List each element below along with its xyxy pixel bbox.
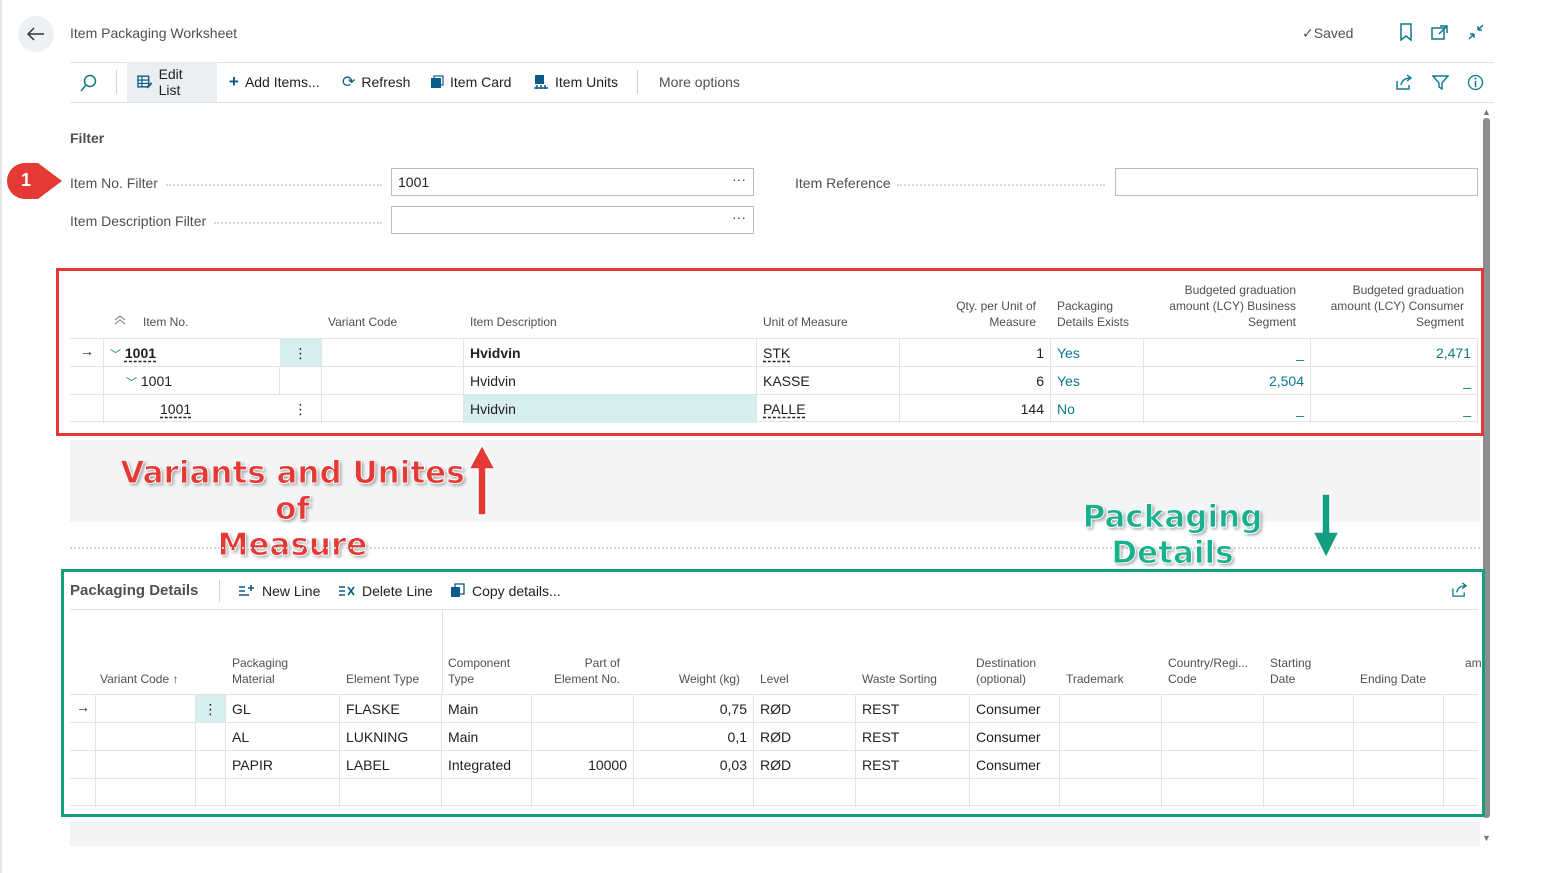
red-arrow-up-icon [467,443,497,516]
toolbar-divider [70,102,1494,103]
item-no-filter-input[interactable]: 1001 ··· [391,168,754,196]
variants-annotation-box [56,268,1484,436]
item-card-icon [431,75,444,88]
packaging-annotation-box [61,569,1485,817]
item-units-icon [534,75,548,89]
edit-list-icon [137,75,153,89]
saved-label: Saved [1313,25,1354,41]
item-card-label: Item Card [450,74,512,90]
open-new-icon[interactable] [1430,22,1450,42]
add-items-button[interactable]: + Add Items... [229,62,320,102]
label-leader [214,222,382,224]
back-arrow-icon [27,27,44,41]
scroll-down-icon[interactable]: ▼ [1482,833,1491,843]
collapse-icon[interactable] [1466,22,1486,42]
filter-section-label: Filter [70,130,105,146]
saved-status: ✓Saved [1302,25,1353,42]
step-badge-number: 1 [20,170,31,190]
filter-icon[interactable] [1432,74,1449,91]
checkmark-icon: ✓ [1302,25,1314,41]
left-border [0,0,2,873]
label-leader [166,184,382,186]
toolbar-separator [116,70,117,94]
scroll-up-icon[interactable]: ▲ [1482,107,1491,117]
info-icon[interactable] [1467,74,1484,91]
refresh-button[interactable]: ⟳ Refresh [342,62,410,102]
item-desc-filter-input[interactable]: ··· [391,206,754,234]
refresh-icon: ⟳ [342,74,356,91]
packaging-annotation-text: Packaging Details [1082,499,1263,572]
back-button[interactable] [18,16,54,52]
refresh-label: Refresh [361,74,411,90]
bookmark-icon[interactable] [1396,22,1416,42]
lookup-ellipsis-button[interactable]: ··· [732,171,746,187]
page-title: Item Packaging Worksheet [70,25,238,41]
plus-icon: + [229,72,239,91]
item-no-filter-value: 1001 [398,174,430,190]
item-units-label: Item Units [555,74,619,90]
item-reference-label: Item Reference [795,175,891,191]
item-desc-filter-label: Item Description Filter [70,213,207,229]
bottom-empty-area [70,822,1480,846]
more-options-button[interactable]: More options [659,62,740,102]
share-icon[interactable] [1395,74,1413,91]
add-items-label: Add Items... [244,74,320,90]
lookup-ellipsis-button[interactable]: ··· [732,209,746,225]
item-units-button[interactable]: Item Units [533,62,618,102]
toolbar-separator [637,70,638,94]
green-arrow-down-icon [1311,493,1341,560]
edit-list-label: Edit List [158,66,183,98]
search-icon[interactable] [80,74,98,92]
item-card-button[interactable]: Item Card [430,62,511,102]
annotation-line: Measure [217,527,368,564]
edit-list-button[interactable]: Edit List [127,62,217,102]
label-leader [897,184,1105,186]
item-no-filter-label: Item No. Filter [70,175,158,191]
item-reference-input[interactable] [1115,168,1478,196]
annotation-line: Variants and Unites of [120,455,465,528]
